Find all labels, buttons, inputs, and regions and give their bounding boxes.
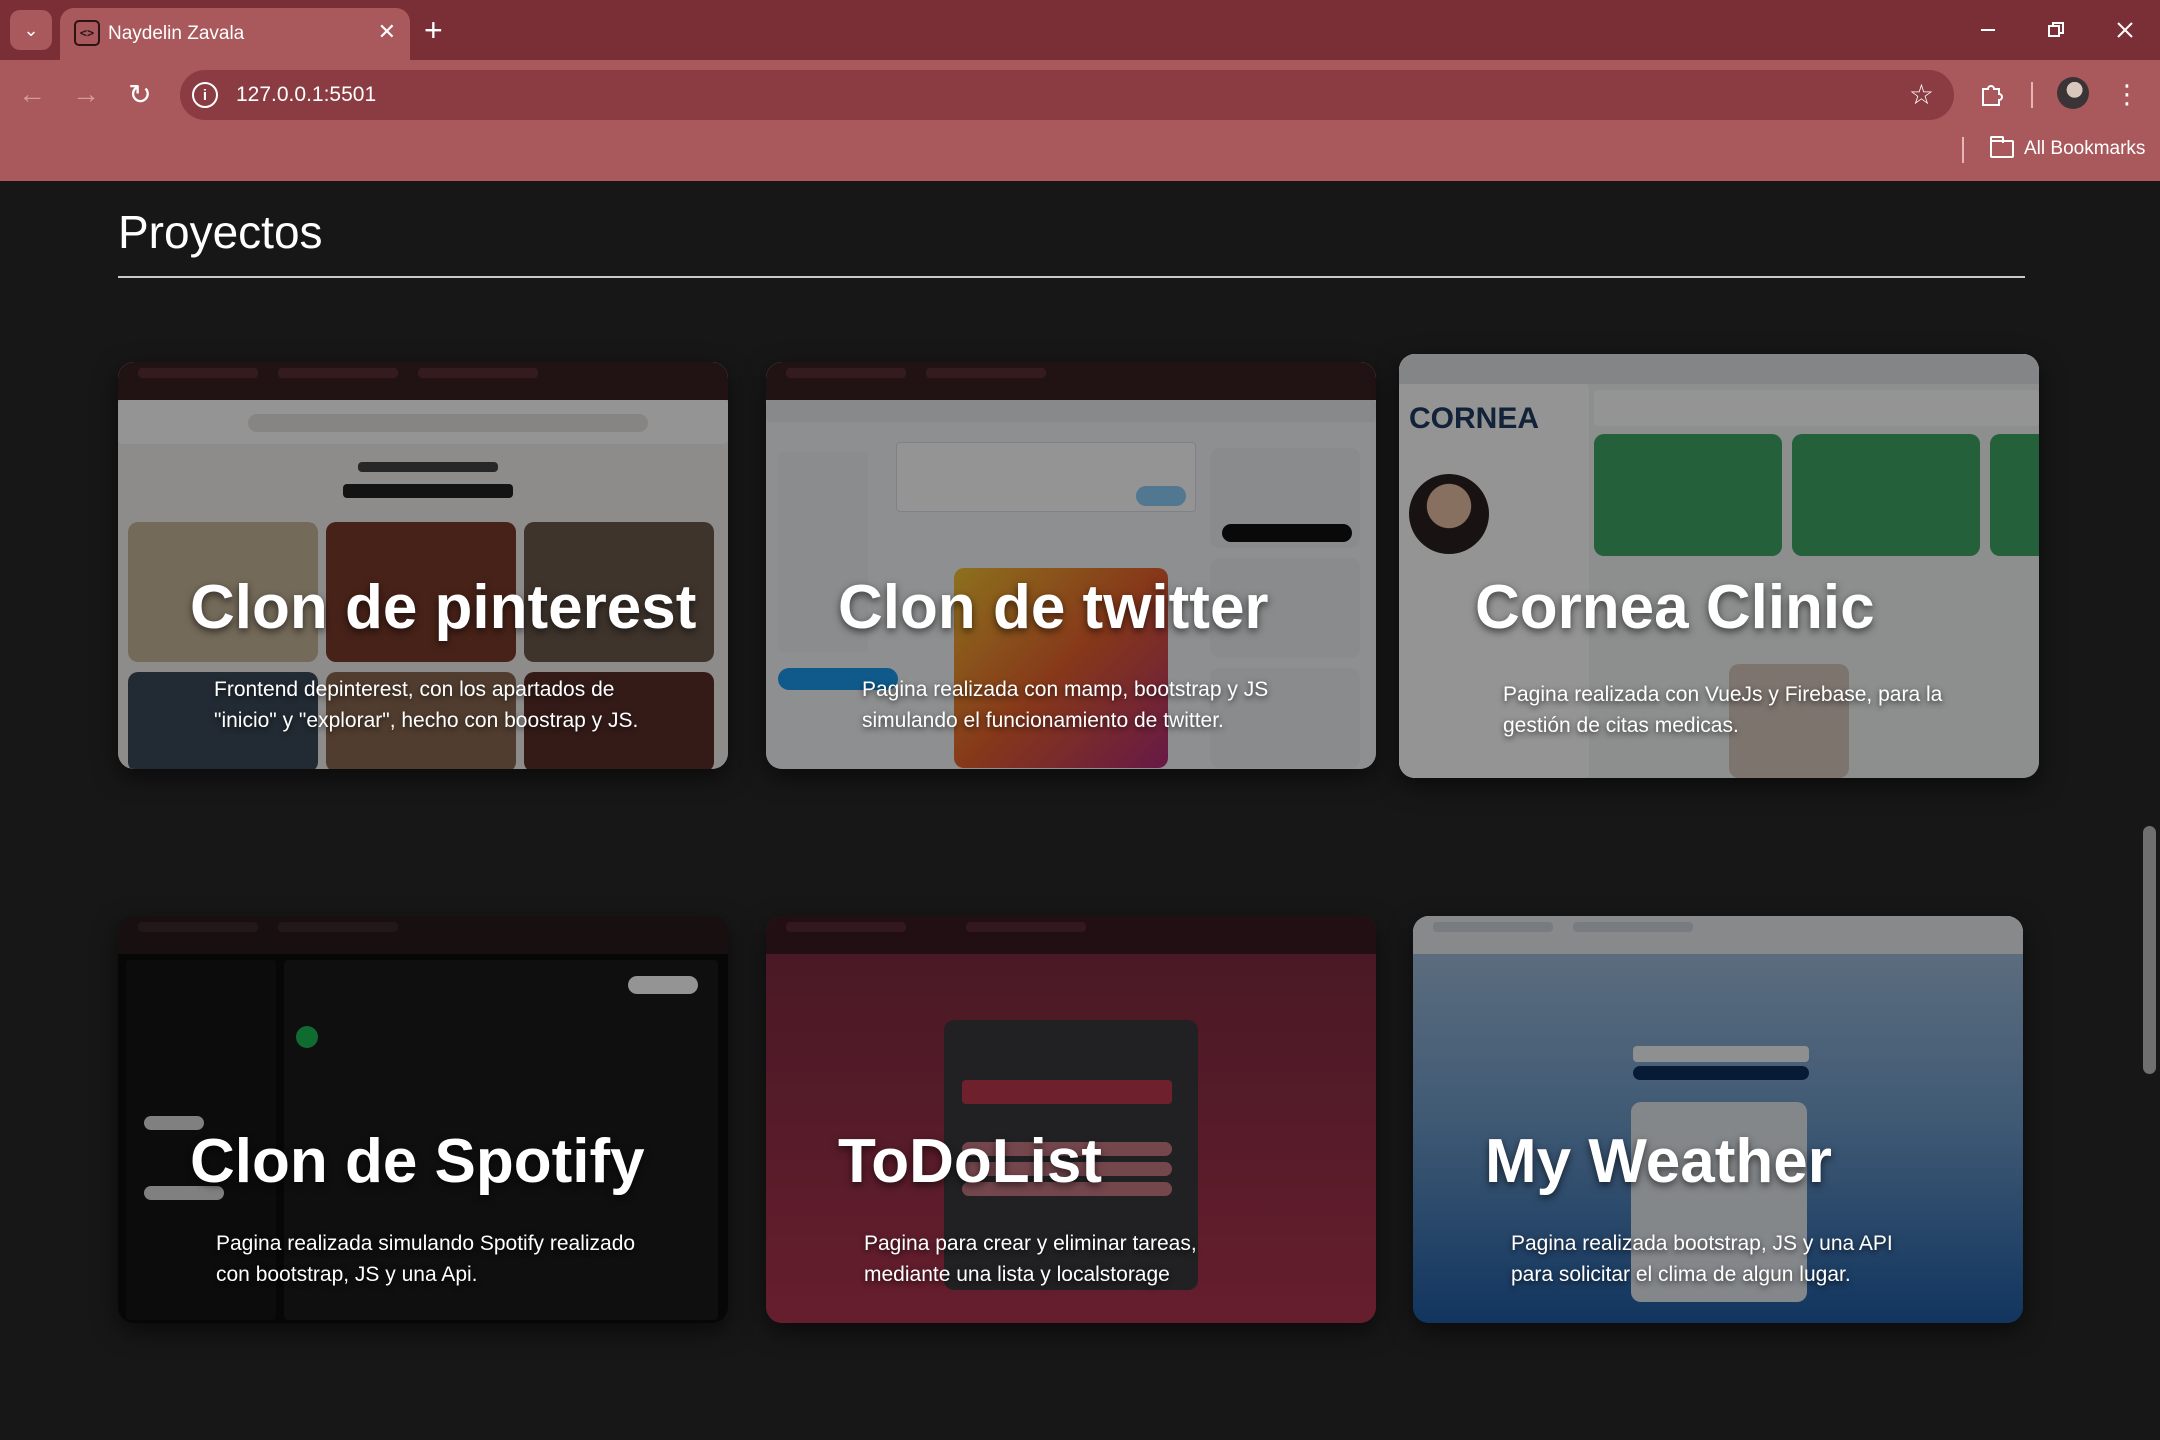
forward-icon[interactable]: → xyxy=(66,72,106,116)
site-info-icon[interactable]: i xyxy=(192,82,218,108)
browser-chrome: ⌄ <> Naydelin Zavala ✕ + ← → ↻ i 127.0.0… xyxy=(0,0,2160,181)
project-title: My Weather xyxy=(1485,1127,1832,1196)
address-bar[interactable]: i 127.0.0.1:5501 ☆ xyxy=(180,70,1954,120)
page-scrollbar[interactable] xyxy=(2143,826,2156,1074)
close-window-icon[interactable] xyxy=(2105,10,2145,50)
new-tab-button[interactable]: + xyxy=(424,10,443,50)
project-description: Pagina realizada simulando Spotify reali… xyxy=(216,1232,636,1286)
code-favicon-icon: <> xyxy=(74,20,100,46)
menu-kebab-icon[interactable]: ⋮ xyxy=(2105,72,2149,116)
title-divider xyxy=(118,276,2025,278)
project-card-spotify[interactable]: Clon de Spotify Pagina realizada simulan… xyxy=(118,916,728,1323)
project-description: Pagina realizada con mamp, bootstrap y J… xyxy=(862,678,1269,732)
project-description: Pagina realizada bootstrap, JS y una API… xyxy=(1511,1232,1893,1286)
tab-strip: ⌄ <> Naydelin Zavala ✕ + xyxy=(0,0,2160,60)
back-icon[interactable]: ← xyxy=(12,72,52,116)
project-description: Pagina realizada con VueJs y Firebase, p… xyxy=(1503,683,1943,737)
bookmark-star-icon[interactable]: ☆ xyxy=(1909,78,1934,111)
project-title: Cornea Clinic xyxy=(1475,573,1875,642)
tab-search-button[interactable]: ⌄ xyxy=(10,10,52,50)
project-card-twitter[interactable]: Clon de twitter Pagina realizada con mam… xyxy=(766,362,1376,769)
all-bookmarks-label: All Bookmarks xyxy=(2024,138,2146,159)
restore-icon[interactable] xyxy=(2036,10,2076,50)
project-title: Clon de pinterest xyxy=(190,573,697,642)
url-text[interactable]: 127.0.0.1:5501 xyxy=(236,83,376,107)
bookmarks-divider xyxy=(1962,137,1964,163)
page-title: Proyectos xyxy=(118,206,323,258)
minimize-icon[interactable] xyxy=(1968,10,2008,50)
active-tab[interactable]: <> Naydelin Zavala ✕ xyxy=(60,8,410,60)
folder-icon xyxy=(1990,136,2014,158)
project-card-my-weather[interactable]: My Weather Pagina realizada bootstrap, J… xyxy=(1413,916,2023,1323)
tab-title: Naydelin Zavala xyxy=(108,23,245,44)
project-card-pinterest[interactable]: Clon de pinterest Frontend depinterest, … xyxy=(118,362,728,769)
project-title: ToDoList xyxy=(838,1127,1103,1196)
tab-close-icon[interactable]: ✕ xyxy=(378,19,396,45)
project-title: Clon de twitter xyxy=(838,573,1269,642)
project-description: Pagina para crear y eliminar tareas, med… xyxy=(864,1232,1197,1286)
toolbar-divider xyxy=(2031,82,2033,108)
all-bookmarks-button[interactable]: All Bookmarks xyxy=(1990,136,2146,160)
project-title: Clon de Spotify xyxy=(190,1127,645,1196)
chevron-down-icon: ⌄ xyxy=(23,19,39,40)
project-card-cornea-clinic[interactable]: CORNEA Cornea Clinic Pagina realizada co… xyxy=(1399,354,2039,778)
project-description: Frontend depinterest, con los apartados … xyxy=(214,678,639,732)
profile-avatar[interactable] xyxy=(2057,77,2089,109)
reload-icon[interactable]: ↻ xyxy=(120,72,160,116)
project-card-todolist[interactable]: ToDoList Pagina para crear y eliminar ta… xyxy=(766,916,1376,1323)
extensions-icon[interactable] xyxy=(1970,72,2014,116)
